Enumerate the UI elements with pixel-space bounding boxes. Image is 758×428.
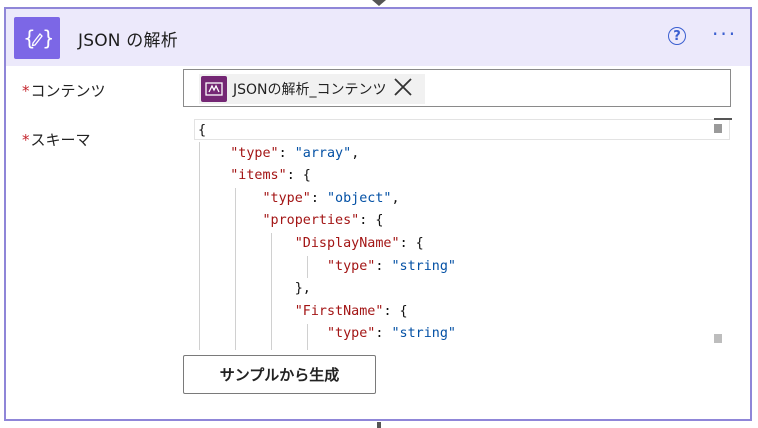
scrollbar-bottom-marker — [714, 334, 722, 343]
json-punct: : — [375, 326, 392, 342]
json-punct: : — [310, 190, 327, 206]
schema-code[interactable]: { "type": "array", "items": { "type": "o… — [198, 120, 456, 346]
flow-connector-arrow-top — [372, 0, 386, 6]
json-key: "FirstName" — [294, 303, 384, 319]
code-line: { — [198, 120, 456, 143]
json-key: "type" — [230, 145, 279, 161]
generate-from-sample-button[interactable]: サンプルから生成 — [183, 355, 376, 394]
flow-connector-bottom — [377, 422, 381, 428]
json-punct — [198, 213, 263, 228]
code-line: }, — [198, 278, 456, 301]
schema-label-text: スキーマ — [30, 131, 91, 149]
json-punct: : — [375, 258, 392, 274]
json-braces-pencil-icon: { } — [14, 17, 60, 59]
dynamic-content-token[interactable]: JSONの解析_コンテンツ — [199, 74, 425, 104]
scrollbar-thumb[interactable] — [714, 124, 722, 133]
json-punct: : { — [399, 235, 424, 251]
code-line: "type": "string" — [198, 256, 456, 279]
power-apps-icon — [201, 76, 227, 102]
help-icon[interactable]: ? — [668, 27, 686, 45]
json-key: "type" — [262, 190, 311, 206]
json-punct: : { — [286, 168, 311, 184]
json-key: "items" — [230, 168, 287, 184]
json-punct — [198, 236, 295, 251]
json-key: "DisplayName" — [294, 235, 400, 251]
remove-token-icon[interactable] — [393, 77, 413, 102]
code-line: "FirstName": { — [198, 301, 456, 324]
json-punct — [198, 304, 295, 319]
json-punct: : { — [383, 303, 408, 319]
json-punct: , — [391, 190, 400, 206]
json-punct — [198, 326, 327, 341]
scrollbar-top-marker — [714, 118, 732, 120]
json-punct: : — [278, 145, 295, 161]
svg-text:}: } — [42, 26, 52, 50]
json-key: "type" — [327, 326, 376, 342]
json-string: "string" — [391, 258, 457, 274]
json-string: "object" — [327, 190, 392, 206]
json-punct: : { — [359, 213, 384, 229]
code-line: "type": "array", — [198, 143, 456, 166]
json-string: "array" — [294, 145, 352, 161]
json-punct — [198, 191, 263, 206]
schema-code-editor[interactable]: { "type": "array", "items": { "type": "o… — [194, 116, 730, 350]
content-input[interactable]: JSONの解析_コンテンツ — [183, 69, 731, 107]
content-field-label: *コンテンツ — [22, 80, 106, 101]
code-line: "properties": { — [198, 210, 456, 233]
json-punct: { — [198, 123, 207, 138]
json-punct — [198, 146, 230, 161]
more-options-icon[interactable]: ··· — [712, 24, 737, 44]
action-header[interactable]: { } JSON の解析 ? ··· — [6, 9, 750, 66]
content-label-text: コンテンツ — [30, 82, 106, 100]
schema-field-label: *スキーマ — [22, 129, 91, 150]
action-title: JSON の解析 — [78, 31, 178, 51]
code-line: "type": "object", — [198, 188, 456, 211]
required-marker: * — [22, 82, 30, 100]
required-marker: * — [22, 131, 30, 149]
code-line: "type": "string" — [198, 323, 456, 346]
editor-scrollbar[interactable] — [712, 125, 724, 349]
code-line: "DisplayName": { — [198, 233, 456, 256]
json-punct — [198, 168, 230, 183]
code-line: "items": { — [198, 165, 456, 188]
token-label: JSONの解析_コンテンツ — [233, 82, 387, 98]
json-string: "string" — [391, 326, 457, 342]
json-punct — [198, 259, 327, 274]
json-key: "type" — [327, 258, 376, 274]
json-punct: , — [351, 145, 360, 161]
svg-text:{: { — [23, 26, 36, 50]
json-key: "properties" — [262, 213, 360, 229]
json-punct: }, — [198, 281, 311, 297]
